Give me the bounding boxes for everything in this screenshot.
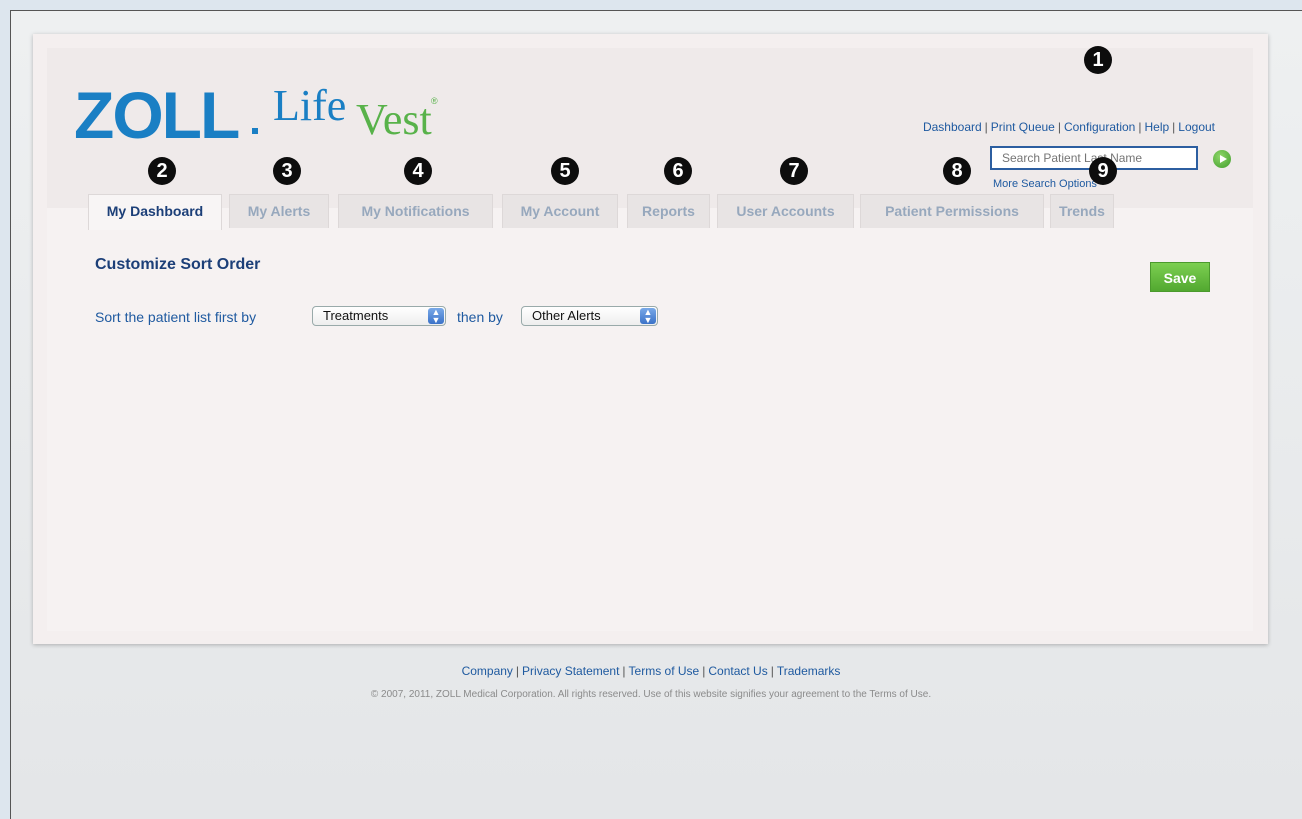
copyright-text: © 2007, 2011, ZOLL Medical Corporation. …: [370, 689, 932, 700]
select-arrows-icon: ▲ ▼: [640, 308, 656, 325]
callout-1: 1: [1084, 46, 1112, 74]
header: ZOLL Life Vest ® Dashboard | Print Queue | C…: [47, 48, 1253, 230]
callout-5: 5: [551, 157, 579, 185]
callout-4: 4: [404, 157, 432, 185]
footer-separator: |: [515, 664, 520, 678]
more-search-options-link[interactable]: More Search Options: [993, 178, 1097, 190]
sort-prefix-label: Sort the patient list first by: [95, 309, 257, 325]
main-panel: ZOLL Life Vest ® Dashboard | Print Queue | C…: [33, 34, 1268, 644]
top-nav-separator: |: [1057, 120, 1061, 134]
callout-9: 9: [1089, 157, 1117, 185]
tab-my-account[interactable]: My Account: [502, 194, 618, 228]
footer-link-contact[interactable]: Contact Us: [708, 664, 767, 678]
tab-my-dashboard[interactable]: My Dashboard: [88, 194, 222, 230]
save-button[interactable]: Save: [1150, 262, 1210, 292]
footer-link-trademarks[interactable]: Trademarks: [777, 664, 841, 678]
top-nav: Dashboard | Print Queue | Configuration | Help…: [923, 120, 1215, 134]
logo-life-text: Life: [273, 81, 347, 130]
tab-my-notifications[interactable]: My Notifications: [338, 194, 493, 228]
footer-separator: |: [702, 664, 706, 678]
tab-reports[interactable]: Reports: [627, 194, 710, 228]
search-go-icon[interactable]: [1213, 150, 1231, 168]
tab-trends[interactable]: Trends: [1050, 194, 1114, 228]
tab-my-alerts[interactable]: My Alerts: [229, 194, 329, 228]
callout-3: 3: [273, 157, 301, 185]
top-nav-help[interactable]: Help: [1144, 120, 1169, 134]
second-sort-select[interactable]: Other Alerts ▲ ▼: [521, 306, 658, 326]
panel-inner: ZOLL Life Vest ® Dashboard | Print Queue | C…: [47, 48, 1253, 631]
footer-links: Company | Privacy Statement | Terms of Use | C…: [0, 664, 1302, 678]
logo-registered-mark: ®: [431, 96, 438, 106]
callout-8: 8: [943, 157, 971, 185]
first-sort-select[interactable]: Treatments ▲ ▼: [312, 306, 446, 326]
top-nav-separator: |: [1172, 120, 1176, 134]
logo-vest-text: Vest: [356, 95, 432, 144]
tab-patient-permissions[interactable]: Patient Permissions: [860, 194, 1044, 228]
first-sort-value: Treatments: [323, 308, 389, 323]
footer-link-privacy[interactable]: Privacy Statement: [522, 664, 619, 678]
logo-zoll-text: ZOLL: [74, 78, 240, 152]
footer-link-company[interactable]: Company: [462, 664, 513, 678]
select-arrows-icon: ▲ ▼: [428, 308, 444, 325]
top-nav-print-queue[interactable]: Print Queue: [991, 120, 1055, 134]
footer-link-terms[interactable]: Terms of Use: [629, 664, 700, 678]
page-title: Customize Sort Order: [95, 256, 261, 273]
footer-separator: |: [770, 664, 774, 678]
callout-7: 7: [780, 157, 808, 185]
logo-dot: [252, 128, 258, 134]
top-nav-configuration[interactable]: Configuration: [1064, 120, 1135, 134]
second-sort-value: Other Alerts: [532, 308, 601, 323]
top-nav-separator: |: [984, 120, 988, 134]
top-nav-logout[interactable]: Logout: [1178, 120, 1215, 134]
footer-separator: |: [622, 664, 626, 678]
callout-2: 2: [148, 157, 176, 185]
callout-6: 6: [664, 157, 692, 185]
then-by-label: then by: [457, 309, 503, 325]
tab-user-accounts[interactable]: User Accounts: [717, 194, 854, 228]
top-nav-separator: |: [1138, 120, 1142, 134]
top-nav-dashboard[interactable]: Dashboard: [923, 120, 982, 134]
